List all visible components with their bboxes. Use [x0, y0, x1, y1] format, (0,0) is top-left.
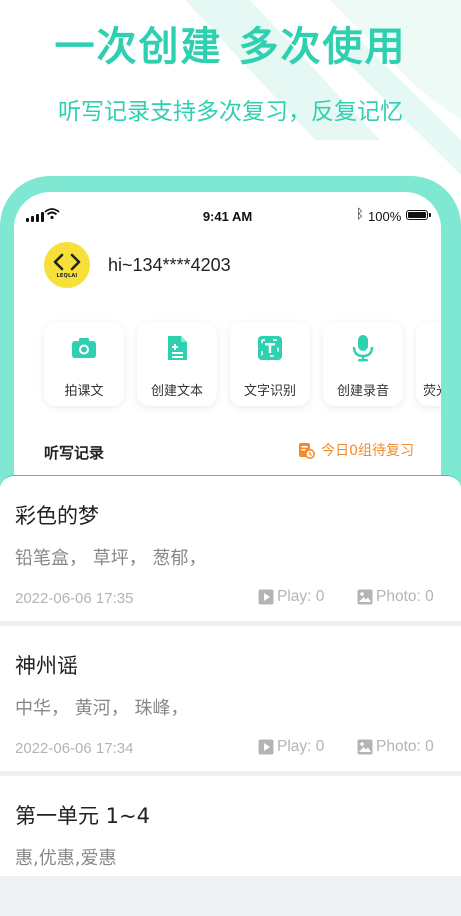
subheadline: 听写记录支持多次复习，反复记忆 [58, 99, 403, 125]
play-count: Play: 0 [258, 738, 324, 756]
records-header: 听写记录 今日0组待复习 [44, 442, 414, 462]
play-count-text: Play: 0 [277, 588, 325, 605]
logo-text: LEQLAI [56, 273, 78, 279]
review-reminder[interactable]: 今日0组待复习 [297, 440, 414, 460]
headline: 一次创建 多次使用 [54, 24, 407, 70]
record-title: 第一单元 1~4 [15, 804, 150, 828]
battery-percent: 100% [368, 209, 402, 224]
review-status: 今日0组待复习 [321, 443, 414, 459]
create-recording-button[interactable]: 创建录音 [323, 322, 403, 406]
play-icon [258, 589, 274, 605]
photo-icon [357, 589, 373, 605]
avatar[interactable]: LEQLAI [44, 242, 90, 288]
camera-icon [72, 338, 96, 358]
photo-count-text: Photo: 0 [376, 738, 434, 755]
action-label: 创建录音 [336, 384, 389, 399]
create-text-button[interactable]: 创建文本 [137, 322, 217, 406]
record-words: 惠,优惠,爱惠 [15, 848, 117, 869]
record-title: 神州谣 [15, 654, 78, 678]
play-count-text: Play: 0 [277, 738, 325, 755]
photo-count: Photo: 0 [357, 588, 434, 606]
status-bar: 9:41 AM ᛒ 100% [14, 192, 441, 242]
play-count: Play: 0 [258, 588, 324, 606]
action-label: 创建文本 [150, 384, 203, 399]
photo-count: Photo: 0 [357, 738, 434, 756]
record-list: 彩色的梦 铅笔盒， 草坪， 葱郁， 2022-06-06 17:35 Play:… [0, 475, 461, 916]
photo-icon [357, 739, 373, 755]
document-icon [168, 336, 187, 360]
quick-actions: 拍课文 创建文本 文字识别 创建录音 荧 [44, 322, 441, 406]
record-date: 2022-06-06 17:34 [15, 740, 134, 757]
bluetooth-icon: ᛒ [356, 207, 364, 222]
record-title: 彩色的梦 [15, 504, 99, 528]
photo-count-text: Photo: 0 [376, 588, 434, 605]
text-scan-icon [258, 336, 282, 360]
text-recognition-button[interactable]: 文字识别 [230, 322, 310, 406]
play-icon [258, 739, 274, 755]
records-title: 听写记录 [44, 444, 105, 462]
user-greeting: hi~134****4203 [108, 255, 231, 275]
action-label: 荧光 [423, 384, 441, 399]
record-words: 中华， 黄河， 珠峰， [15, 698, 189, 719]
record-card[interactable]: 神州谣 中华， 黄河， 珠峰， 2022-06-06 17:34 Play: 0… [0, 626, 461, 771]
highlighter-button[interactable]: 荧光 [416, 322, 441, 406]
battery-icon [406, 210, 431, 220]
take-photo-button[interactable]: 拍课文 [44, 322, 124, 406]
record-card[interactable]: 彩色的梦 铅笔盒， 草坪， 葱郁， 2022-06-06 17:35 Play:… [0, 476, 461, 621]
review-calendar-icon [299, 443, 316, 459]
record-date: 2022-06-06 17:35 [15, 590, 134, 607]
action-label: 文字识别 [243, 384, 296, 399]
record-card[interactable]: 第一单元 1~4 惠,优惠,爱惠 [0, 776, 461, 876]
logo-icon [53, 253, 81, 271]
action-label: 拍课文 [64, 384, 104, 399]
record-words: 铅笔盒， 草坪， 葱郁， [15, 548, 207, 569]
microphone-icon [352, 335, 374, 362]
